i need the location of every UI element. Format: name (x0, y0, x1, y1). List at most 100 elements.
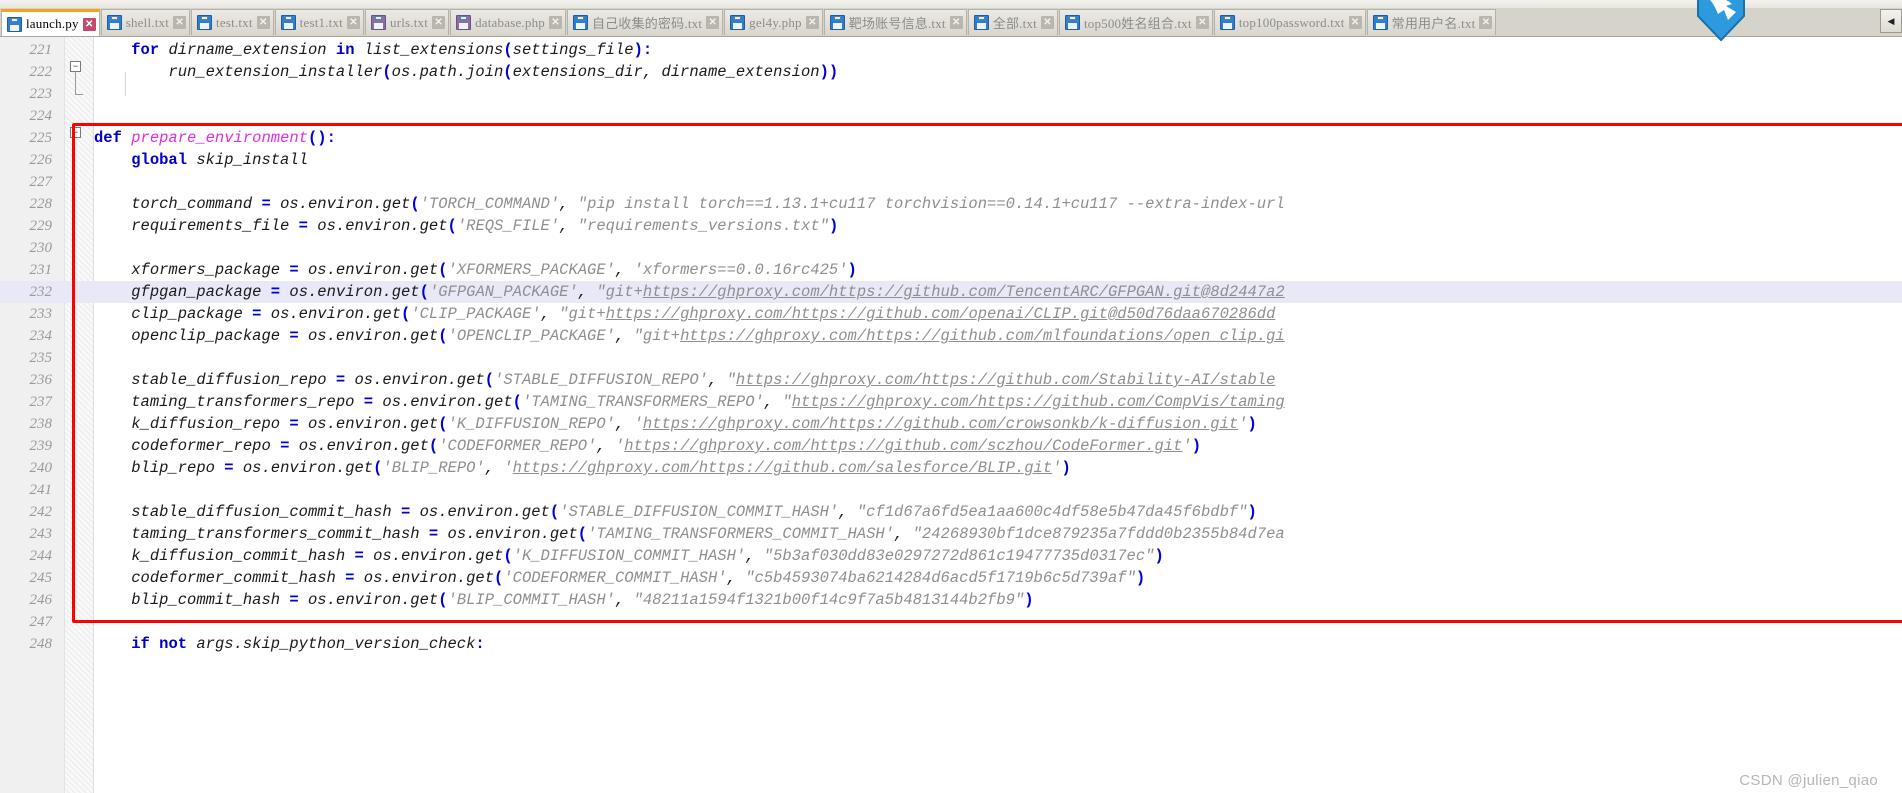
code-url-link[interactable]: https://ghproxy.com/https://github.com/c… (643, 415, 1238, 433)
code-line[interactable]: 232 gfpgan_package = os.environ.get('GFP… (0, 281, 1902, 303)
code-line[interactable]: 229 requirements_file = os.environ.get('… (0, 215, 1902, 237)
code-token: ( (447, 217, 457, 235)
close-tab-icon[interactable]: ✕ (1195, 16, 1209, 29)
close-tab-icon[interactable]: ✕ (949, 16, 963, 29)
code-token: ( (419, 283, 429, 301)
line-number: 239 (29, 438, 53, 454)
code-url-link[interactable]: https://ghproxy.com/https://github.com/m… (680, 327, 1285, 345)
code-line[interactable]: 231 xformers_package = os.environ.get('X… (0, 259, 1902, 281)
document-tab[interactable]: gel4y.php ✕ (724, 9, 823, 35)
code-line[interactable]: 239 codeformer_repo = os.environ.get('CO… (0, 435, 1902, 457)
code-line[interactable]: 228 torch_command = os.environ.get('TORC… (0, 193, 1902, 215)
code-line[interactable]: 243 taming_transformers_commit_hash = os… (0, 523, 1902, 545)
code-token: = (289, 415, 299, 433)
code-token: = (270, 283, 281, 301)
code-line[interactable]: 221 for dirname_extension in list_extens… (0, 39, 1902, 61)
close-tab-icon[interactable]: ✕ (1040, 16, 1054, 29)
code-url-link[interactable]: https://ghproxy.com/https://github.com/o… (606, 305, 1276, 323)
close-tab-icon[interactable]: ✕ (173, 16, 187, 29)
document-tab[interactable]: 全部.txt ✕ (967, 9, 1058, 35)
code-line[interactable]: 240 blip_repo = os.environ.get('BLIP_REP… (0, 457, 1902, 479)
code-token: ( (503, 63, 513, 81)
code-line[interactable]: 225 def prepare_environment(): (0, 127, 1902, 149)
fold-toggle-line-225[interactable]: − (70, 127, 81, 138)
floppy-disk-icon (280, 15, 296, 30)
document-tab[interactable]: test1.txt ✕ (274, 9, 364, 35)
code-token: ( (438, 261, 448, 279)
code-line[interactable]: 235 (0, 347, 1902, 369)
code-token: ) (847, 261, 857, 279)
close-tab-icon[interactable]: ✕ (548, 16, 562, 29)
code-line-text: codeformer_repo = os.environ.get('CODEFO… (94, 435, 1201, 457)
close-tab-icon[interactable]: ✕ (1348, 16, 1362, 29)
code-line-text: xformers_package = os.environ.get('XFORM… (94, 259, 857, 281)
close-tab-icon[interactable]: ✕ (805, 16, 819, 29)
code-token: ( (549, 503, 560, 521)
document-tab[interactable]: shell.txt ✕ (100, 9, 191, 35)
document-tab[interactable]: top500姓名组合.txt ✕ (1058, 9, 1213, 35)
code-url-link[interactable]: https://ghproxy.com/https://github.com/s… (513, 459, 1053, 477)
document-tab[interactable]: 常用用户名.txt ✕ (1366, 9, 1497, 35)
close-tab-icon[interactable]: ✕ (432, 16, 446, 29)
code-line[interactable]: 223 (0, 83, 1902, 105)
code-token: ( (503, 41, 513, 59)
code-token: "c5b4593074ba6214284d6acd5f1719b6c5d739a… (745, 569, 1136, 587)
code-token: 'BLIP_REPO' (382, 459, 485, 477)
code-line[interactable]: 242 stable_diffusion_commit_hash = os.en… (0, 501, 1902, 523)
code-url-link[interactable]: https://ghproxy.com/https://github.com/T… (643, 283, 1285, 301)
code-token: ( (512, 393, 522, 411)
code-content[interactable]: 221 for dirname_extension in list_extens… (0, 37, 1902, 793)
close-tab-icon[interactable]: ✕ (706, 16, 720, 29)
code-line[interactable]: 230 (0, 237, 1902, 259)
code-token: , (540, 305, 560, 323)
code-url-link[interactable]: https://ghproxy.com/https://github.com/S… (736, 371, 1276, 389)
code-line[interactable]: 233 clip_package = os.environ.get('CLIP_… (0, 303, 1902, 325)
floppy-disk-icon (456, 15, 472, 30)
close-tab-icon[interactable]: ✕ (1479, 16, 1493, 29)
code-line[interactable]: 248 if not args.skip_python_version_chec… (0, 633, 1902, 655)
code-line[interactable]: 246 blip_commit_hash = os.environ.get('B… (0, 589, 1902, 611)
close-tab-icon[interactable]: ✕ (82, 17, 96, 31)
code-token: os.environ.get (242, 459, 374, 477)
code-line[interactable]: 245 codeformer_commit_hash = os.environ.… (0, 567, 1902, 589)
document-tab-bar[interactable]: launch.py ✕ shell.txt ✕ test.txt ✕ test1.txt ✕ u… (0, 8, 1902, 37)
code-token: ( (438, 591, 448, 609)
code-line[interactable]: 244 k_diffusion_commit_hash = os.environ… (0, 545, 1902, 567)
document-tab[interactable]: test.txt ✕ (191, 9, 274, 35)
code-line[interactable]: 238 k_diffusion_repo = os.environ.get('K… (0, 413, 1902, 435)
document-tab[interactable]: urls.txt ✕ (365, 9, 450, 35)
code-line[interactable]: 227 (0, 171, 1902, 193)
document-tab-label: test1.txt (299, 14, 343, 30)
code-line[interactable]: 226 global skip_install (0, 149, 1902, 171)
code-line[interactable]: 236 stable_diffusion_repo = os.environ.g… (0, 369, 1902, 391)
code-token: "24268930bf1dce879235a7fddd0b2355b84d7ea (912, 525, 1285, 543)
code-line[interactable]: 224 (0, 105, 1902, 127)
close-tab-icon[interactable]: ✕ (256, 16, 270, 29)
document-tab[interactable]: top100password.txt ✕ (1213, 9, 1366, 35)
code-editor[interactable]: − − 221 for dirname_extension in list_ex… (0, 37, 1902, 793)
document-tab[interactable]: launch.py ✕ (1, 9, 100, 36)
code-line-text: stable_diffusion_commit_hash = os.enviro… (94, 501, 1257, 523)
code-line[interactable]: 237 taming_transformers_repo = os.enviro… (0, 391, 1902, 413)
code-line[interactable]: 234 openclip_package = os.environ.get('O… (0, 325, 1902, 347)
code-line[interactable]: 222 run_extension_installer(os.path.join… (0, 61, 1902, 83)
code-line[interactable]: 247 (0, 611, 1902, 633)
code-url-link[interactable]: https://ghproxy.com/https://github.com/C… (792, 393, 1285, 411)
tab-scroll-left-button[interactable]: ◀ (1880, 9, 1902, 33)
fold-toggle-line-221[interactable]: − (70, 61, 81, 72)
close-tab-icon[interactable]: ✕ (347, 16, 360, 29)
code-token: if (131, 635, 150, 653)
code-url-link[interactable]: https://ghproxy.com/https://github.com/s… (624, 437, 1182, 455)
code-line[interactable]: 241 (0, 479, 1902, 501)
document-tab[interactable]: database.php ✕ (450, 9, 566, 35)
document-tab[interactable]: 自己收集的密码.txt ✕ (566, 9, 724, 35)
document-tab[interactable]: 靶场账号信息.txt ✕ (823, 9, 967, 35)
